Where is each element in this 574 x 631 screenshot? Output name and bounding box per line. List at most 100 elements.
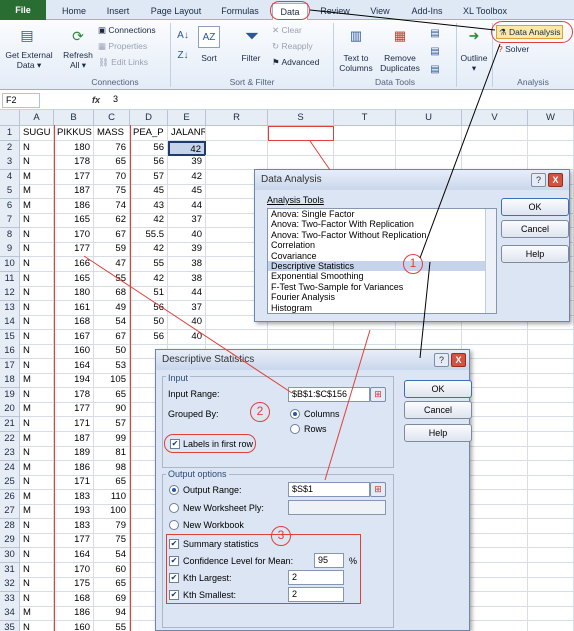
table-cell[interactable] bbox=[528, 387, 574, 403]
table-cell[interactable] bbox=[206, 329, 268, 345]
table-cell[interactable]: 67 bbox=[94, 227, 130, 243]
row-header[interactable]: 35 bbox=[0, 620, 20, 631]
table-cell[interactable]: 187 bbox=[54, 431, 94, 447]
table-cell[interactable] bbox=[528, 577, 574, 593]
table-cell[interactable]: 57 bbox=[130, 169, 168, 185]
column-header[interactable]: B bbox=[54, 110, 94, 126]
table-cell[interactable]: M bbox=[20, 198, 54, 214]
table-cell[interactable]: 164 bbox=[54, 358, 94, 374]
table-cell[interactable]: 110 bbox=[94, 489, 130, 505]
table-cell[interactable] bbox=[462, 126, 528, 141]
table-cell[interactable]: 171 bbox=[54, 417, 94, 432]
table-cell[interactable]: M bbox=[20, 460, 54, 476]
output-range-radio[interactable] bbox=[169, 485, 179, 495]
row-header[interactable]: 12 bbox=[0, 286, 20, 302]
list-scrollbar[interactable] bbox=[485, 209, 496, 313]
list-item[interactable]: Exponential Smoothing bbox=[268, 271, 485, 281]
properties-button[interactable]: ▦ Properties bbox=[98, 41, 147, 51]
table-cell[interactable] bbox=[268, 155, 334, 171]
table-cell[interactable]: N bbox=[20, 518, 54, 534]
table-cell[interactable]: 75 bbox=[94, 184, 130, 200]
table-cell[interactable] bbox=[462, 155, 528, 171]
row-header[interactable]: 11 bbox=[0, 271, 20, 287]
new-workbook-radio[interactable] bbox=[169, 520, 179, 530]
table-cell[interactable] bbox=[462, 547, 528, 563]
table-cell[interactable]: 177 bbox=[54, 402, 94, 418]
table-cell[interactable]: M bbox=[20, 489, 54, 505]
table-cell[interactable] bbox=[334, 155, 396, 171]
table-cell[interactable] bbox=[528, 126, 574, 141]
table-cell[interactable]: 45 bbox=[130, 184, 168, 200]
table-cell[interactable]: 170 bbox=[54, 562, 94, 578]
row-header[interactable]: 14 bbox=[0, 315, 20, 331]
table-cell[interactable] bbox=[396, 140, 462, 156]
row-header[interactable]: 25 bbox=[0, 475, 20, 491]
table-cell[interactable]: 65 bbox=[94, 577, 130, 593]
table-cell[interactable] bbox=[528, 373, 574, 389]
list-item[interactable]: Covariance bbox=[268, 251, 485, 261]
columns-radio[interactable] bbox=[290, 409, 300, 419]
help-title-button[interactable]: ? bbox=[434, 353, 449, 367]
table-cell[interactable]: 38 bbox=[168, 256, 206, 272]
table-cell[interactable]: N bbox=[20, 562, 54, 578]
get-external-data-button[interactable]: Get External Data ▾ bbox=[2, 50, 56, 70]
table-cell[interactable]: MASS bbox=[94, 126, 130, 141]
row-header[interactable]: 7 bbox=[0, 213, 20, 229]
table-cell[interactable]: 42 bbox=[130, 242, 168, 258]
table-cell[interactable]: 42 bbox=[130, 271, 168, 287]
solver-button[interactable]: ? Solver bbox=[498, 44, 529, 54]
table-cell[interactable] bbox=[462, 562, 528, 578]
table-cell[interactable] bbox=[268, 329, 334, 345]
table-cell[interactable] bbox=[528, 329, 574, 345]
table-cell[interactable] bbox=[528, 489, 574, 505]
table-cell[interactable]: 53 bbox=[94, 358, 130, 374]
table-cell[interactable]: M bbox=[20, 169, 54, 185]
table-cell[interactable] bbox=[528, 562, 574, 578]
range-select-icon[interactable]: ⊞ bbox=[370, 387, 386, 402]
table-cell[interactable] bbox=[334, 126, 396, 141]
list-item[interactable]: Anova: Two-Factor With Replication bbox=[268, 219, 485, 229]
table-cell[interactable]: N bbox=[20, 344, 54, 360]
row-header[interactable]: 22 bbox=[0, 431, 20, 447]
table-cell[interactable]: 194 bbox=[54, 373, 94, 389]
table-cell[interactable]: 38 bbox=[168, 271, 206, 287]
tab-xl-toolbox[interactable]: XL Toolbox bbox=[456, 3, 514, 19]
table-cell[interactable] bbox=[462, 533, 528, 549]
row-header[interactable]: 15 bbox=[0, 329, 20, 345]
filter-button[interactable]: Filter bbox=[236, 53, 266, 63]
table-cell[interactable]: 171 bbox=[54, 475, 94, 491]
table-cell[interactable] bbox=[334, 140, 396, 156]
column-header[interactable]: U bbox=[396, 110, 462, 126]
row-header[interactable]: 27 bbox=[0, 504, 20, 520]
tab-formulas[interactable]: Formulas bbox=[215, 3, 265, 19]
row-header[interactable]: 33 bbox=[0, 591, 20, 607]
table-cell[interactable]: 177 bbox=[54, 169, 94, 185]
table-cell[interactable]: 40 bbox=[168, 227, 206, 243]
table-cell[interactable]: 40 bbox=[168, 329, 206, 345]
table-cell[interactable]: 60 bbox=[94, 562, 130, 578]
list-item[interactable]: Histogram bbox=[268, 303, 485, 313]
row-header[interactable]: 17 bbox=[0, 358, 20, 374]
table-cell[interactable]: 193 bbox=[54, 504, 94, 520]
row-header[interactable]: 30 bbox=[0, 547, 20, 563]
tab-view[interactable]: View bbox=[362, 3, 398, 19]
row-header[interactable]: 3 bbox=[0, 155, 20, 171]
table-cell[interactable]: 62 bbox=[94, 213, 130, 229]
table-cell[interactable]: N bbox=[20, 577, 54, 593]
table-cell[interactable]: 183 bbox=[54, 518, 94, 534]
function-icon[interactable]: fx bbox=[92, 95, 100, 105]
table-cell[interactable]: N bbox=[20, 315, 54, 331]
row-header[interactable]: 23 bbox=[0, 446, 20, 462]
help-button[interactable]: Help bbox=[501, 245, 569, 263]
table-cell[interactable] bbox=[462, 358, 528, 374]
refresh-all-button[interactable]: Refresh All ▾ bbox=[58, 50, 98, 70]
advanced-button[interactable]: ⚑ Advanced bbox=[272, 57, 319, 67]
table-cell[interactable] bbox=[528, 344, 574, 360]
table-cell[interactable]: 56 bbox=[130, 155, 168, 171]
table-cell[interactable] bbox=[528, 358, 574, 374]
row-header[interactable]: 4 bbox=[0, 169, 20, 185]
table-cell[interactable]: 43 bbox=[130, 198, 168, 214]
table-cell[interactable] bbox=[268, 140, 334, 156]
table-cell[interactable] bbox=[528, 460, 574, 476]
table-cell[interactable]: 94 bbox=[94, 606, 130, 622]
